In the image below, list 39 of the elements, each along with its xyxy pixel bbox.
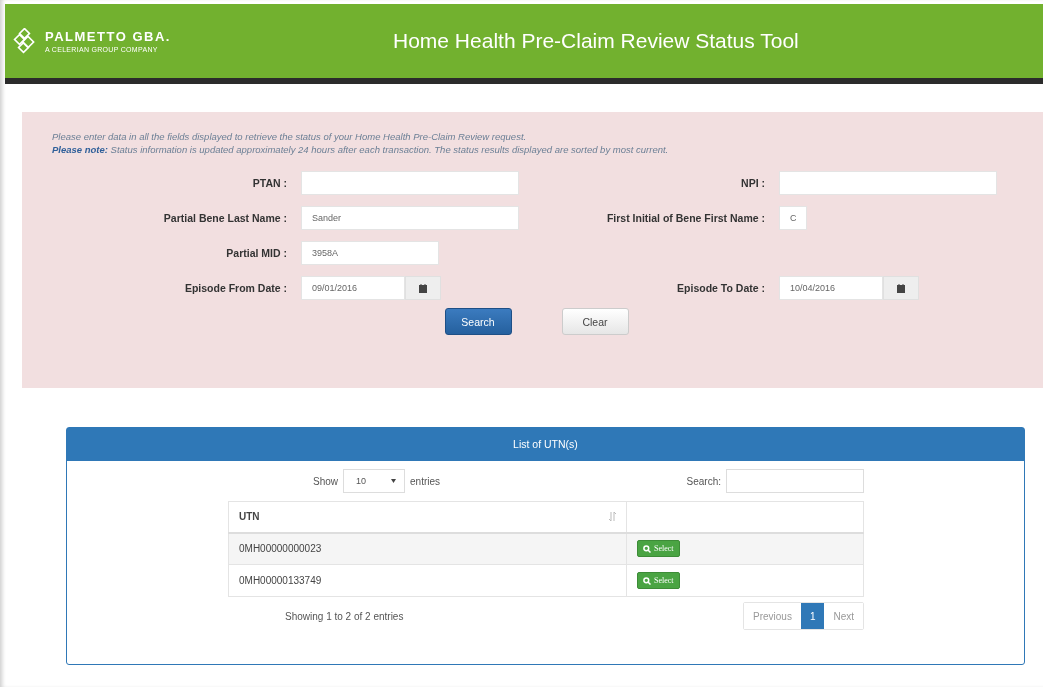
calendar-button[interactable] [883, 276, 919, 300]
entries-info: Showing 1 to 2 of 2 entries [285, 610, 404, 622]
field-label: Episode To Date : [677, 282, 765, 294]
search-button[interactable]: Search [444, 308, 512, 335]
calendar-button[interactable] [405, 276, 441, 300]
pagination-button[interactable]: 1 [800, 603, 825, 629]
search-label: Search: [686, 475, 721, 487]
search-icon [643, 544, 651, 553]
field-label: Episode From Date : [184, 282, 287, 294]
instruction-text: Please enter data in all the fields displayed to retrieve the status of your Home Health Pre-Claim Review request. [52, 130, 528, 143]
show-label: Show [313, 475, 338, 487]
field-label: Partial Bene Last Name : [163, 212, 287, 224]
input-field[interactable]: Sander [301, 206, 519, 230]
field-label: PTAN : [252, 177, 287, 189]
page-title: Home Health Pre-Claim Review Status Tool [393, 29, 799, 53]
field-label: Partial MID : [226, 247, 287, 259]
page-size-select[interactable]: 10 [343, 469, 405, 493]
calendar-icon [419, 283, 427, 293]
field-label: First Initial of Bene First Name : [606, 212, 765, 224]
search-icon [643, 576, 651, 585]
date-field[interactable]: 10/04/2016 [779, 276, 883, 300]
field-label: NPI : [741, 177, 765, 189]
note-text: Please note: Status information is updated approximately 24 hours after each transaction. The status results displayed are sorted by most current. [52, 143, 670, 156]
date-field[interactable]: 09/01/2016 [301, 276, 405, 300]
panel-header: List of UTN(s) [67, 428, 1024, 461]
input-field[interactable]: C [779, 206, 807, 230]
search-field[interactable] [726, 469, 864, 493]
entries-label: entries [410, 475, 441, 487]
input-field[interactable] [779, 171, 997, 195]
caret-icon [391, 479, 396, 483]
table-cell: 0MH00000000023 [228, 532, 627, 565]
input-field[interactable] [301, 171, 519, 195]
sort-icon [609, 512, 616, 522]
input-field[interactable]: 3958A [301, 241, 439, 265]
calendar-icon [897, 283, 905, 293]
clear-button[interactable]: Clear [561, 308, 629, 335]
logo-name: PALMETTO GBA. [45, 29, 171, 44]
column-header[interactable]: UTN [228, 501, 627, 533]
table-cell: 0MH00000133749 [228, 564, 627, 597]
